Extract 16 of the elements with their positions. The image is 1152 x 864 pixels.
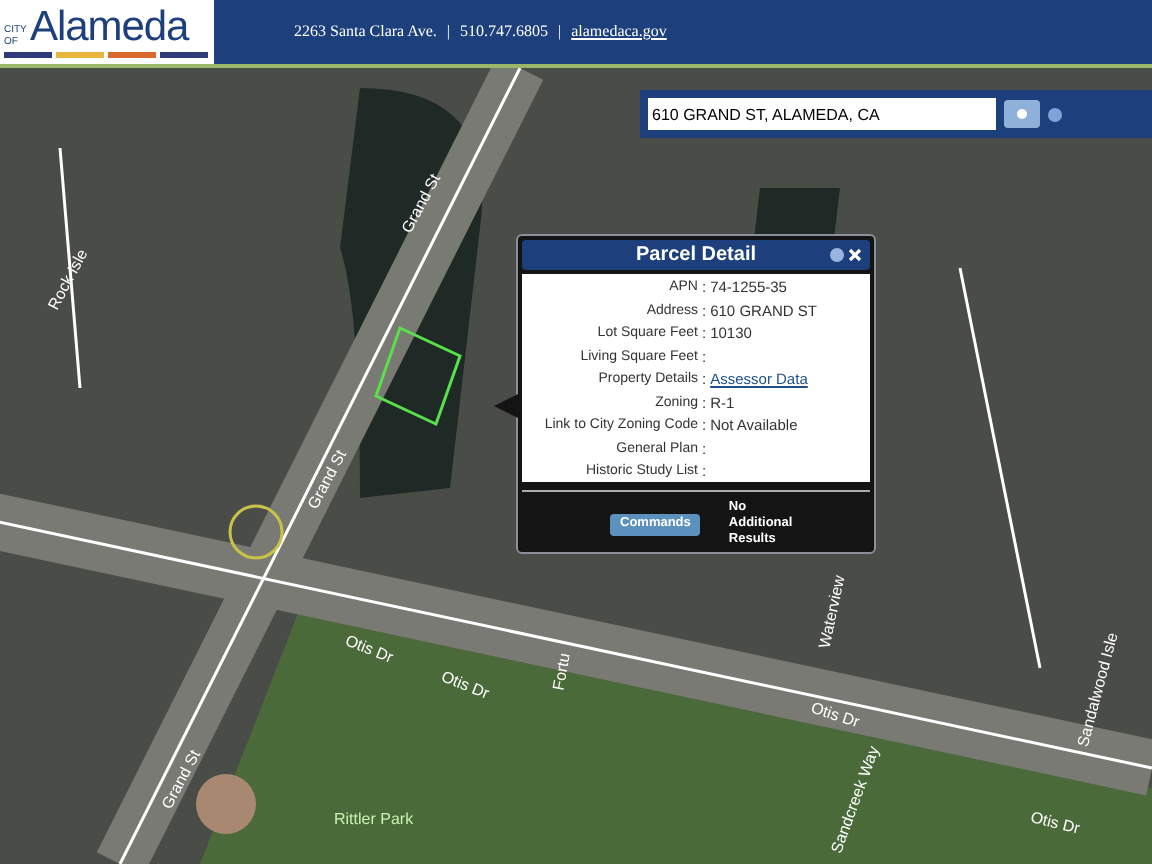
phone-text: 510.747.6805: [460, 20, 548, 44]
street-label: Otis Dr: [807, 696, 863, 736]
separator: |: [446, 20, 450, 44]
street-label: Otis Dr: [437, 665, 493, 707]
separator: |: [558, 20, 562, 44]
popup-title: Parcel Detail: [635, 242, 757, 270]
address-text: 2263 Santa Clara Ave.: [294, 20, 437, 44]
park-label: Rittler Park: [334, 808, 414, 832]
street-label: Waterview: [813, 573, 851, 651]
street-label: Rock Isle: [42, 245, 94, 315]
search-field[interactable]: 610 GRAND ST, ALAMEDA, CA: [648, 98, 996, 130]
street-label: Fortu: [547, 651, 576, 693]
street-label: Otis Dr: [341, 629, 397, 671]
website-link[interactable]: alamedaca.gov: [571, 20, 667, 44]
street-label: Otis Dr: [1027, 806, 1082, 842]
logo-name: Alameda: [30, 8, 189, 48]
